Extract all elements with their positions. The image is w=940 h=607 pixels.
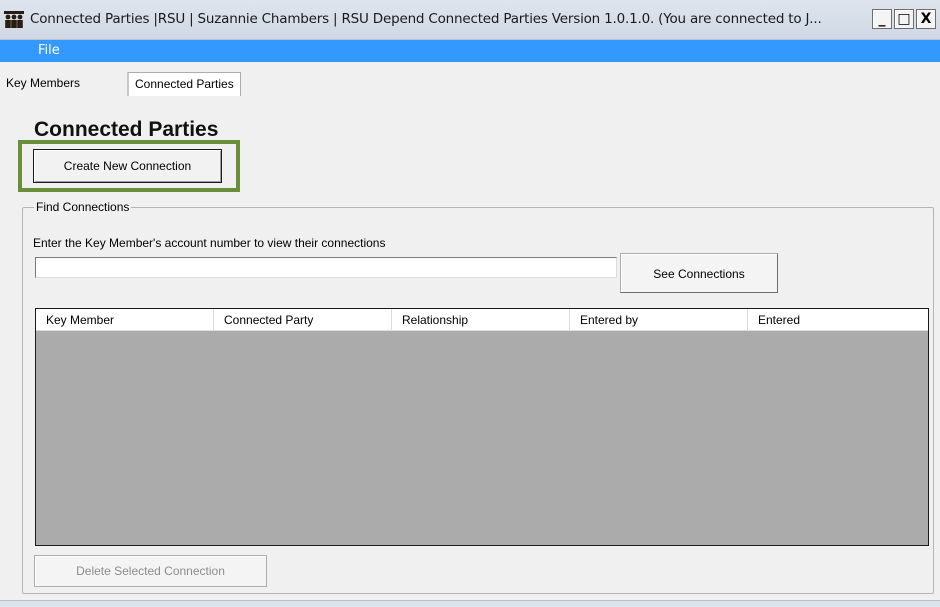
account-prompt-label: Enter the Key Member's account number to… bbox=[33, 236, 386, 250]
close-button[interactable]: X bbox=[916, 9, 936, 29]
column-header-entered-by[interactable]: Entered by bbox=[570, 309, 748, 331]
find-connections-legend: Find Connections bbox=[34, 200, 132, 214]
column-header-key-member[interactable]: Key Member bbox=[36, 309, 214, 331]
maximize-button[interactable]: □ bbox=[894, 9, 914, 29]
tab-connected-parties[interactable]: Connected Parties bbox=[127, 72, 241, 96]
delete-selected-connection-button[interactable]: Delete Selected Connection bbox=[34, 555, 267, 587]
window-bottom-border bbox=[0, 600, 940, 607]
see-connections-button[interactable]: See Connections bbox=[620, 253, 778, 293]
people-group-icon bbox=[4, 11, 24, 28]
menu-file[interactable]: File bbox=[38, 43, 60, 59]
column-header-relationship[interactable]: Relationship bbox=[392, 309, 570, 331]
column-header-entered[interactable]: Entered bbox=[748, 309, 928, 331]
tab-key-members[interactable]: Key Members bbox=[0, 72, 86, 96]
grid-header: Key Member Connected Party Relationship … bbox=[36, 309, 928, 331]
column-header-connected-party[interactable]: Connected Party bbox=[214, 309, 392, 331]
connections-grid[interactable]: Key Member Connected Party Relationship … bbox=[35, 308, 929, 546]
minimize-button[interactable]: _ bbox=[872, 9, 892, 29]
create-new-connection-button[interactable]: Create New Connection bbox=[33, 149, 222, 183]
account-number-input[interactable] bbox=[35, 257, 617, 278]
window-title: Connected Parties |RSU | Suzannie Chambe… bbox=[30, 11, 822, 27]
title-bar: Connected Parties |RSU | Suzannie Chambe… bbox=[0, 0, 940, 40]
page-title: Connected Parties bbox=[34, 118, 219, 141]
menu-bar: File bbox=[0, 40, 940, 62]
